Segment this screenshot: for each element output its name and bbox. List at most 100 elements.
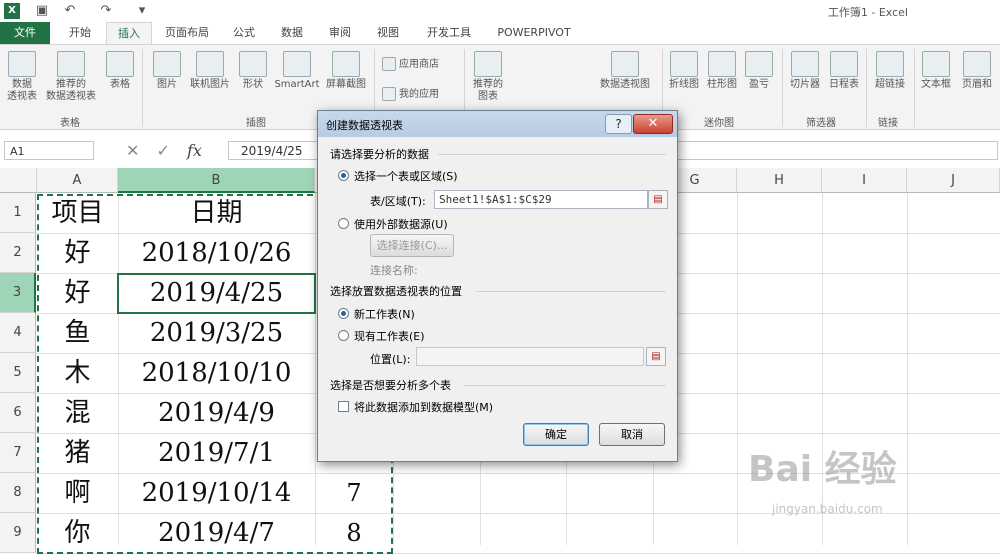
sparkline-winloss-button[interactable]: 盈亏 <box>742 51 776 91</box>
tab-data[interactable]: 数据 <box>272 22 312 44</box>
screenshot-icon <box>332 51 360 77</box>
tab-review[interactable]: 审阅 <box>320 22 360 44</box>
row-header[interactable]: 9 <box>0 513 36 553</box>
confirm-check-icon[interactable]: ✓ <box>157 141 170 160</box>
pivot-table-icon <box>8 51 36 77</box>
online-picture-button[interactable]: 联机图片 <box>186 51 234 91</box>
tab-home[interactable]: 开始 <box>58 22 102 44</box>
radio-select-range-label[interactable]: 选择一个表或区域(S) <box>354 168 458 184</box>
range-label: 表/区域(T): <box>370 195 426 208</box>
store-icon <box>382 57 396 71</box>
radio-external-source[interactable] <box>338 218 349 229</box>
sparkline-line-button[interactable]: 折线图 <box>666 51 702 91</box>
sparkline-line-icon <box>670 51 698 77</box>
customize-icon[interactable]: ▾ <box>134 3 150 19</box>
range-collapse-icon[interactable]: ▤ <box>648 190 668 209</box>
globe-link-icon <box>876 51 904 77</box>
tab-formulas[interactable]: 公式 <box>224 22 264 44</box>
timeline-button[interactable]: 日程表 <box>826 51 862 91</box>
tab-powerpivot[interactable]: POWERPIVOT <box>492 22 576 44</box>
help-button[interactable]: ? <box>605 114 632 134</box>
row-header[interactable]: 4 <box>0 313 36 353</box>
group-filters-label: 筛选器 <box>806 118 836 129</box>
radio-new-sheet-label[interactable]: 新工作表(N) <box>354 306 415 322</box>
group-links-label: 链接 <box>878 118 898 129</box>
cancel-button[interactable]: 取消 <box>599 423 665 446</box>
watermark-brand: Bai 经验 <box>748 449 897 490</box>
picture-button[interactable]: 图片 <box>150 51 184 91</box>
active-cell <box>117 273 316 314</box>
col-header-j[interactable]: J <box>907 168 1000 193</box>
hyperlink-button[interactable]: 超链接 <box>870 51 910 91</box>
tab-file[interactable]: 文件 <box>0 22 50 44</box>
sparkline-column-button[interactable]: 柱形图 <box>704 51 740 91</box>
col-header-b[interactable]: B <box>118 168 315 193</box>
radio-existing-sheet[interactable] <box>338 330 349 341</box>
location-collapse-icon[interactable]: ▤ <box>646 347 666 366</box>
radio-existing-sheet-label[interactable]: 现有工作表(E) <box>354 328 425 344</box>
row-header[interactable]: 6 <box>0 393 36 433</box>
row-header[interactable]: 1 <box>0 193 36 233</box>
location-input[interactable] <box>416 347 644 366</box>
section-multiple-label: 选择是否想要分析多个表 <box>330 379 451 392</box>
location-label: 位置(L): <box>370 353 411 366</box>
select-all-corner[interactable] <box>0 168 37 193</box>
window-title: 工作簿1 - Excel <box>827 6 908 19</box>
fx-icon[interactable]: fx <box>187 141 202 160</box>
col-header-i[interactable]: I <box>822 168 907 193</box>
title-bar: X ▣ ↶ ↷ ▾ 工作簿1 - Excel <box>0 0 1000 22</box>
radio-new-sheet[interactable] <box>338 308 349 319</box>
save-icon[interactable]: ▣ <box>34 3 50 19</box>
radio-select-range[interactable] <box>338 170 349 181</box>
table-button[interactable]: 表格 <box>104 51 136 91</box>
my-apps-button[interactable]: 我的应用 <box>382 87 452 101</box>
row-header[interactable]: 8 <box>0 473 36 513</box>
name-box[interactable]: A1 <box>4 141 94 160</box>
create-pivot-dialog: 创建数据透视表 ? ✕ 请选择要分析的数据 选择一个表或区域(S) 表/区域(T… <box>317 110 678 462</box>
row-header[interactable]: 5 <box>0 353 36 393</box>
cancel-x-icon[interactable]: ✕ <box>126 141 139 160</box>
sparkline-winloss-icon <box>745 51 773 77</box>
pivot-chart-button[interactable]: 数据透视图 <box>596 51 654 91</box>
tab-view[interactable]: 视图 <box>368 22 408 44</box>
tab-page-layout[interactable]: 页面布局 <box>156 22 218 44</box>
close-button[interactable]: ✕ <box>633 114 673 134</box>
add-to-model-label[interactable]: 将此数据添加到数据模型(M) <box>354 399 493 415</box>
recommended-charts-icon <box>474 51 502 77</box>
undo-icon[interactable]: ↶ <box>62 3 78 19</box>
range-input[interactable]: Sheet1!$A$1:$C$29 <box>434 190 648 209</box>
row-header[interactable]: 3 <box>0 273 36 313</box>
radio-external-source-label[interactable]: 使用外部数据源(U) <box>354 216 448 232</box>
recommended-pivot-icon <box>57 51 85 77</box>
shapes-button[interactable]: 形状 <box>236 51 270 91</box>
recommended-charts-button[interactable]: 推荐的 图表 <box>470 51 506 103</box>
recommended-pivot-button[interactable]: 推荐的 数据透视表 <box>42 51 100 103</box>
row-header[interactable]: 2 <box>0 233 36 273</box>
tab-developer[interactable]: 开发工具 <box>418 22 480 44</box>
redo-icon[interactable]: ↷ <box>98 3 114 19</box>
header-footer-button[interactable]: 页眉和 <box>956 51 998 91</box>
col-header-h[interactable]: H <box>737 168 822 193</box>
screenshot-button[interactable]: 屏幕截图 <box>322 51 370 91</box>
smartart-button[interactable]: SmartArt <box>272 51 322 91</box>
add-to-model-checkbox[interactable] <box>338 401 349 412</box>
smartart-icon <box>283 51 311 77</box>
formula-controls: ✕ ✓ fx <box>126 141 224 160</box>
shapes-icon <box>239 51 267 77</box>
section-location-label: 选择放置数据透视表的位置 <box>330 285 462 298</box>
watermark-url: jingyan.baidu.com <box>772 502 883 516</box>
picture-icon <box>153 51 181 77</box>
col-header-a[interactable]: A <box>37 168 118 193</box>
choose-connection-button[interactable]: 选择连接(C)... <box>370 234 454 257</box>
textbox-button[interactable]: 文本框 <box>918 51 954 91</box>
pivot-table-button[interactable]: 数据 透视表 <box>4 51 40 103</box>
ok-button[interactable]: 确定 <box>523 423 589 446</box>
slicer-button[interactable]: 切片器 <box>786 51 824 91</box>
app-store-button[interactable]: 应用商店 <box>382 57 452 71</box>
group-sparklines-label: 迷你图 <box>704 118 734 129</box>
dialog-title-bar[interactable]: 创建数据透视表 ? ✕ <box>318 111 677 137</box>
row-header[interactable]: 7 <box>0 433 36 473</box>
online-picture-icon <box>196 51 224 77</box>
tab-insert[interactable]: 插入 <box>106 22 152 45</box>
table-icon <box>106 51 134 77</box>
